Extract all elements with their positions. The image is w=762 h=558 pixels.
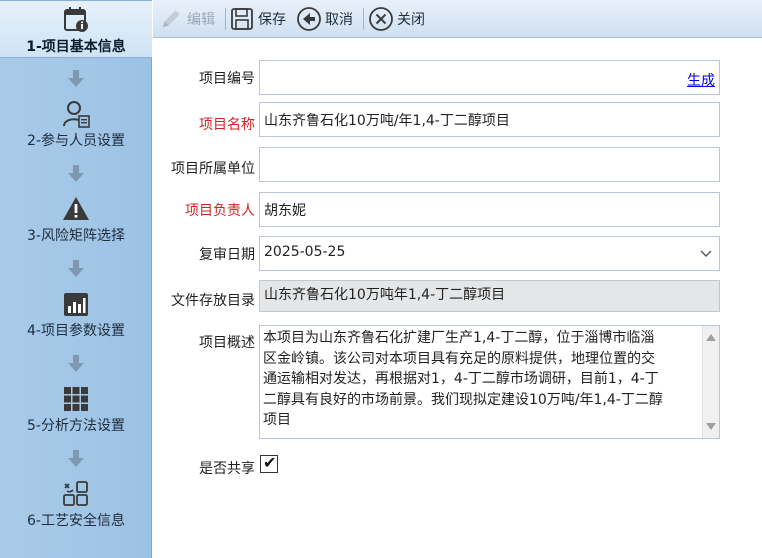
toolbar: 编辑 保存 取消 关闭	[153, 0, 762, 38]
project-no-label: 项目编号	[199, 71, 255, 87]
step-analysis-method[interactable]: 5-分析方法设置	[0, 380, 152, 438]
overview-textarea[interactable]: 本项目为山东齐鲁石化扩建厂生产1,4-丁二醇，位于淄博市临淄 区金岭镇。该公司对…	[259, 325, 720, 439]
close-button[interactable]: 关闭	[368, 5, 425, 33]
step-risk-matrix[interactable]: 3-风险矩阵选择	[0, 190, 152, 248]
edit-label: 编辑	[187, 12, 215, 28]
project-name-field[interactable]: 山东齐鲁石化10万吨/年1,4-丁二醇项目	[259, 102, 720, 137]
back-arrow-icon	[297, 7, 321, 31]
shared-label: 是否共享	[199, 461, 255, 477]
project-name-value: 山东齐鲁石化10万吨/年1,4-丁二醇项目	[264, 113, 510, 129]
scroll-up-icon[interactable]	[706, 334, 716, 341]
save-label: 保存	[258, 12, 286, 28]
wizard-sidebar: 1-项目基本信息 2-参与人员设置 3-风险矩阵选择 4-项目参数设置 5-分析…	[0, 0, 152, 558]
file-dir-value: 山东齐鲁石化10万吨年1,4-丁二醇项目	[264, 287, 506, 303]
file-dir-label: 文件存放目录	[171, 293, 255, 309]
step-label: 5-分析方法设置	[27, 418, 125, 434]
project-leader-value: 胡东妮	[264, 203, 306, 219]
person-list-icon	[63, 101, 90, 128]
step-project-params[interactable]: 4-项目参数设置	[0, 285, 152, 343]
file-dir-field: 山东齐鲁石化10万吨年1,4-丁二醇项目	[259, 280, 720, 312]
overview-line: 本项目为山东齐鲁石化扩建厂生产1,4-丁二醇，位于淄博市临淄	[263, 330, 655, 346]
process-blocks-icon	[63, 481, 88, 506]
step-basic-info[interactable]: 1-项目基本信息	[0, 0, 152, 58]
scroll-down-icon[interactable]	[706, 423, 716, 430]
project-name-label: 项目名称	[199, 117, 255, 133]
grid-icon	[64, 387, 88, 411]
project-leader-label: 项目负责人	[185, 203, 255, 219]
step-process-safety[interactable]: 6-工艺安全信息	[0, 475, 152, 533]
edit-button[interactable]: 编辑	[158, 5, 215, 33]
cancel-label: 取消	[325, 12, 353, 28]
save-button[interactable]: 保存	[229, 5, 286, 33]
review-date-value: 2025-05-25	[264, 244, 346, 260]
date-dropdown-button[interactable]	[693, 237, 719, 270]
step-label: 1-项目基本信息	[26, 39, 126, 55]
toolbar-separator	[225, 8, 226, 30]
overview-scrollbar[interactable]	[702, 326, 719, 438]
shared-checkbox[interactable]: ✔	[260, 453, 278, 473]
arrow-down-icon	[68, 70, 84, 87]
chevron-down-icon	[700, 250, 712, 257]
overview-line: 区金岭镇。该公司对本项目具有充足的原料提供，地理位置的交	[263, 350, 655, 367]
overview-line: 二醇具有良好的市场前景。我们现拟定建设10万吨/年1,4-丁二醇	[263, 391, 663, 408]
review-date-field[interactable]: 2025-05-25	[259, 236, 720, 271]
overview-line: 通运输相对发达，再根据对1，4-丁二醇市场调研，目前1，4-丁	[263, 371, 659, 387]
arrow-down-icon	[68, 260, 84, 277]
step-label: 4-项目参数设置	[27, 323, 125, 339]
save-icon	[231, 8, 253, 30]
project-leader-field[interactable]: 胡东妮	[259, 192, 720, 227]
arrow-down-icon	[68, 355, 84, 372]
overview-text: 本项目为山东齐鲁石化扩建厂生产1,4-丁二醇，位于淄博市临淄 区金岭镇。该公司对…	[263, 328, 701, 431]
overview-label: 项目概述	[199, 335, 255, 351]
warning-icon	[63, 197, 89, 220]
project-unit-label: 项目所属单位	[171, 161, 255, 177]
toolbar-separator	[363, 8, 364, 30]
cancel-button[interactable]: 取消	[296, 5, 353, 33]
bar-chart-icon	[64, 293, 88, 316]
overview-line: 项目	[263, 412, 291, 428]
project-unit-field[interactable]	[259, 147, 720, 182]
step-label: 2-参与人员设置	[27, 133, 125, 149]
step-personnel[interactable]: 2-参与人员设置	[0, 95, 152, 153]
arrow-down-icon	[68, 450, 84, 467]
step-label: 6-工艺安全信息	[27, 513, 125, 529]
pencil-icon	[163, 10, 180, 27]
calendar-info-icon	[64, 7, 88, 32]
project-no-field[interactable]: 生成	[259, 60, 720, 95]
step-label: 3-风险矩阵选择	[27, 228, 125, 244]
close-label: 关闭	[397, 12, 425, 28]
checkmark-icon: ✔	[263, 453, 277, 472]
generate-link[interactable]: 生成	[687, 70, 715, 90]
project-wizard-window: 1-项目基本信息 2-参与人员设置 3-风险矩阵选择 4-项目参数设置 5-分析…	[0, 0, 762, 558]
arrow-down-icon	[68, 165, 84, 182]
close-icon	[369, 7, 393, 31]
review-date-label: 复审日期	[199, 247, 255, 263]
